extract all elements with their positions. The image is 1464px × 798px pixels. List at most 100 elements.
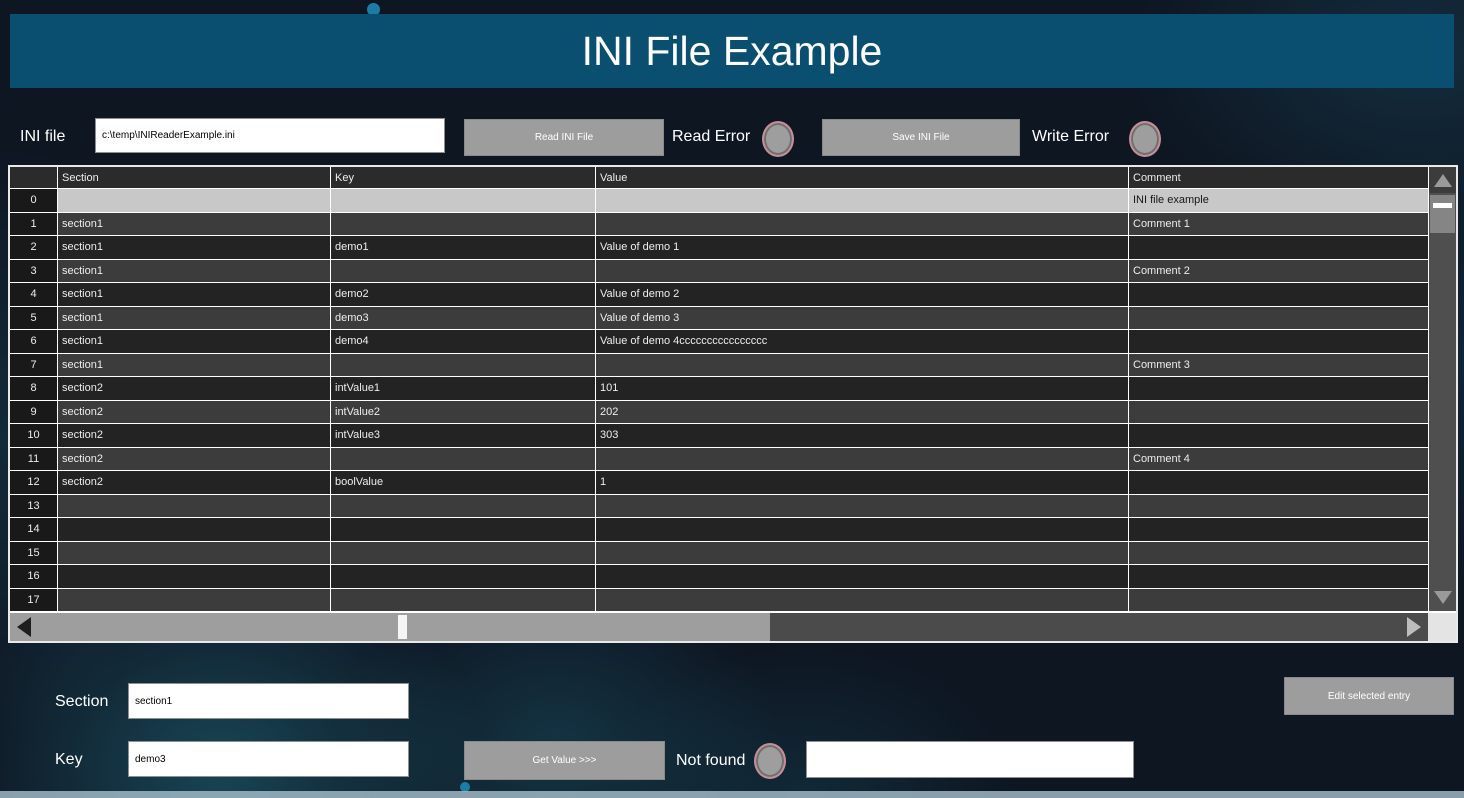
row-index-9[interactable]: 9 <box>10 401 57 424</box>
row-index-14[interactable]: 14 <box>10 518 57 541</box>
cell-key-row12[interactable]: boolValue <box>331 471 595 494</box>
cell-key-row10[interactable]: intValue3 <box>331 424 595 447</box>
row-index-5[interactable]: 5 <box>10 307 57 330</box>
cell-value-row11[interactable] <box>596 448 1128 471</box>
cell-section-row13[interactable] <box>58 495 330 518</box>
cell-key-row3[interactable] <box>331 260 595 283</box>
cell-section-row3[interactable]: section1 <box>58 260 330 283</box>
cell-value-row17[interactable] <box>596 589 1128 612</box>
cell-section-row0[interactable] <box>58 189 330 212</box>
cell-value-row4[interactable]: Value of demo 2 <box>596 283 1128 306</box>
row-index-16[interactable]: 16 <box>10 565 57 588</box>
vertical-scrollbar-thumb[interactable] <box>1430 195 1455 233</box>
cell-comment-row3[interactable]: Comment 2 <box>1129 260 1428 283</box>
row-index-17[interactable]: 17 <box>10 589 57 612</box>
cell-comment-row7[interactable]: Comment 3 <box>1129 354 1428 377</box>
cell-value-row2[interactable]: Value of demo 1 <box>596 236 1128 259</box>
vertical-scrollbar-track[interactable] <box>1428 167 1456 611</box>
cell-key-row9[interactable]: intValue2 <box>331 401 595 424</box>
cell-value-row12[interactable]: 1 <box>596 471 1128 494</box>
cell-key-row17[interactable] <box>331 589 595 612</box>
cell-comment-row9[interactable] <box>1129 401 1428 424</box>
cell-value-row13[interactable] <box>596 495 1128 518</box>
cell-key-row7[interactable] <box>331 354 595 377</box>
cell-section-row16[interactable] <box>58 565 330 588</box>
cell-key-row5[interactable]: demo3 <box>331 307 595 330</box>
cell-section-row14[interactable] <box>58 518 330 541</box>
row-index-6[interactable]: 6 <box>10 330 57 353</box>
cell-key-row1[interactable] <box>331 213 595 236</box>
cell-section-row7[interactable]: section1 <box>58 354 330 377</box>
row-index-10[interactable]: 10 <box>10 424 57 447</box>
row-index-1[interactable]: 1 <box>10 213 57 236</box>
scroll-right-button[interactable] <box>1400 613 1428 641</box>
cell-comment-row13[interactable] <box>1129 495 1428 518</box>
ini-file-path-input[interactable] <box>95 118 445 153</box>
row-index-0[interactable]: 0 <box>10 189 57 212</box>
cell-key-row13[interactable] <box>331 495 595 518</box>
cell-comment-row17[interactable] <box>1129 589 1428 612</box>
cell-section-row11[interactable]: section2 <box>58 448 330 471</box>
cell-comment-row2[interactable] <box>1129 236 1428 259</box>
column-header-section[interactable]: Section <box>58 167 330 188</box>
cell-section-row8[interactable]: section2 <box>58 377 330 400</box>
scroll-left-button[interactable] <box>10 613 38 641</box>
cell-comment-row16[interactable] <box>1129 565 1428 588</box>
row-index-3[interactable]: 3 <box>10 260 57 283</box>
cell-section-row9[interactable]: section2 <box>58 401 330 424</box>
cell-key-row6[interactable]: demo4 <box>331 330 595 353</box>
scroll-down-button[interactable] <box>1429 584 1456 610</box>
cell-value-row14[interactable] <box>596 518 1128 541</box>
cell-section-row1[interactable]: section1 <box>58 213 330 236</box>
horizontal-scrollbar-track-right[interactable] <box>770 613 1400 641</box>
cell-comment-row10[interactable] <box>1129 424 1428 447</box>
cell-value-row8[interactable]: 101 <box>596 377 1128 400</box>
row-index-15[interactable]: 15 <box>10 542 57 565</box>
cell-comment-row0[interactable]: INI file example <box>1129 189 1428 212</box>
cell-value-row16[interactable] <box>596 565 1128 588</box>
cell-comment-row8[interactable] <box>1129 377 1428 400</box>
cell-value-row0[interactable] <box>596 189 1128 212</box>
cell-section-row10[interactable]: section2 <box>58 424 330 447</box>
cell-section-row17[interactable] <box>58 589 330 612</box>
cell-section-row6[interactable]: section1 <box>58 330 330 353</box>
edit-selected-entry-button[interactable]: Edit selected entry <box>1284 677 1454 715</box>
cell-comment-row14[interactable] <box>1129 518 1428 541</box>
cell-key-row16[interactable] <box>331 565 595 588</box>
cell-comment-row12[interactable] <box>1129 471 1428 494</box>
cell-key-row0[interactable] <box>331 189 595 212</box>
section-input[interactable] <box>128 683 409 719</box>
get-value-button[interactable]: Get Value >>> <box>464 741 665 780</box>
cell-comment-row4[interactable] <box>1129 283 1428 306</box>
column-header-comment[interactable]: Comment <box>1129 167 1428 188</box>
cell-value-row6[interactable]: Value of demo 4cccccccccccccccc <box>596 330 1128 353</box>
cell-value-row5[interactable]: Value of demo 3 <box>596 307 1128 330</box>
cell-key-row8[interactable]: intValue1 <box>331 377 595 400</box>
cell-section-row2[interactable]: section1 <box>58 236 330 259</box>
horizontal-scrollbar-thumb[interactable] <box>398 615 407 639</box>
value-result-input[interactable] <box>806 741 1134 778</box>
row-index-4[interactable]: 4 <box>10 283 57 306</box>
cell-value-row7[interactable] <box>596 354 1128 377</box>
cell-value-row1[interactable] <box>596 213 1128 236</box>
row-index-12[interactable]: 12 <box>10 471 57 494</box>
cell-comment-row6[interactable] <box>1129 330 1428 353</box>
cell-comment-row1[interactable]: Comment 1 <box>1129 213 1428 236</box>
cell-section-row15[interactable] <box>58 542 330 565</box>
row-index-8[interactable]: 8 <box>10 377 57 400</box>
save-ini-file-button[interactable]: Save INI File <box>822 119 1020 156</box>
row-index-11[interactable]: 11 <box>10 448 57 471</box>
cell-comment-row5[interactable] <box>1129 307 1428 330</box>
cell-value-row9[interactable]: 202 <box>596 401 1128 424</box>
cell-value-row3[interactable] <box>596 260 1128 283</box>
cell-key-row15[interactable] <box>331 542 595 565</box>
key-input[interactable] <box>128 741 409 777</box>
cell-key-row11[interactable] <box>331 448 595 471</box>
read-ini-file-button[interactable]: Read INI File <box>464 119 664 156</box>
cell-comment-row15[interactable] <box>1129 542 1428 565</box>
cell-key-row14[interactable] <box>331 518 595 541</box>
cell-section-row12[interactable]: section2 <box>58 471 330 494</box>
cell-section-row5[interactable]: section1 <box>58 307 330 330</box>
cell-section-row4[interactable]: section1 <box>58 283 330 306</box>
cell-value-row15[interactable] <box>596 542 1128 565</box>
